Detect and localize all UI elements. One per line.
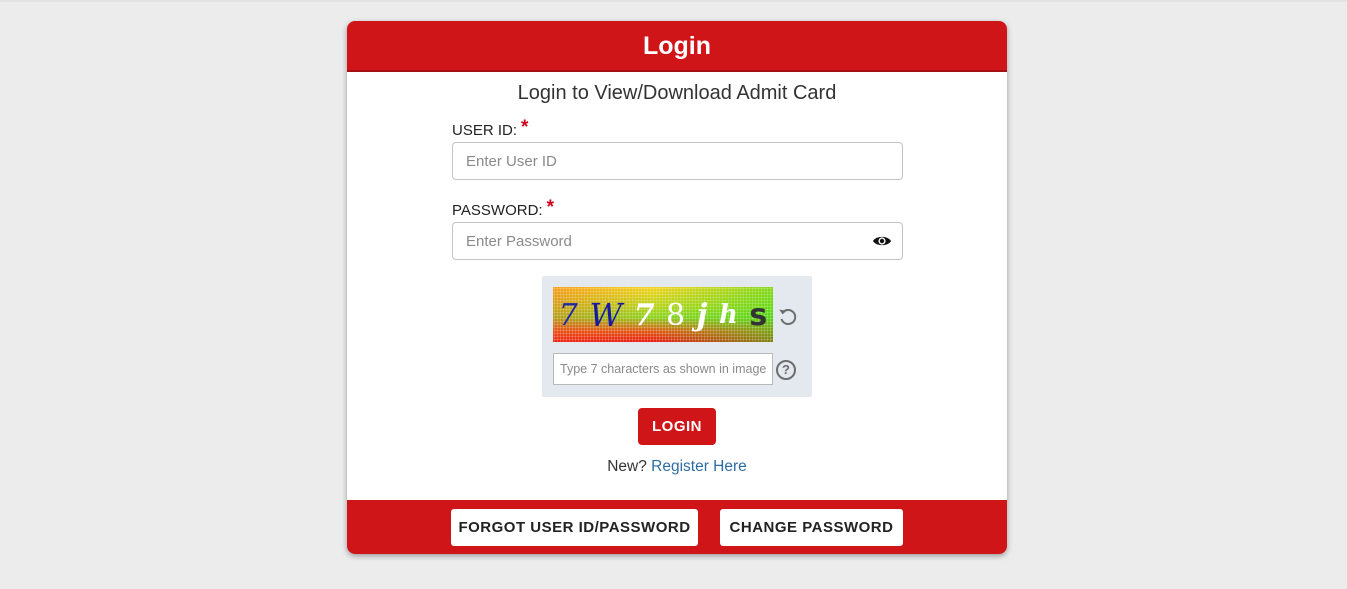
forgot-credentials-button[interactable]: FORGOT USER ID/PASSWORD	[451, 509, 698, 546]
required-asterisk: *	[521, 117, 529, 138]
login-button[interactable]: LOGIN	[638, 408, 716, 445]
captcha-char: j	[696, 297, 708, 333]
change-password-button[interactable]: CHANGE PASSWORD	[720, 509, 903, 546]
login-card: Login Login to View/Download Admit Card …	[347, 21, 1007, 554]
user-id-label-text: USER ID:	[452, 122, 518, 139]
captcha-char: 7	[633, 297, 655, 333]
captcha-char: 8	[666, 297, 686, 333]
eye-icon[interactable]	[872, 234, 892, 248]
captcha-char: W	[589, 296, 623, 334]
captcha-char: 7	[558, 297, 578, 333]
user-id-label: USER ID: *	[452, 117, 528, 139]
page-top-border	[0, 0, 1347, 2]
register-link[interactable]: Register Here	[651, 458, 747, 475]
register-prompt: New?	[607, 458, 647, 475]
captcha-characters: 7 W 7 8 j h s	[553, 295, 773, 335]
login-subtitle: Login to View/Download Admit Card	[517, 82, 837, 104]
password-label: PASSWORD: *	[452, 197, 554, 219]
captcha-input[interactable]	[553, 353, 773, 385]
user-id-input[interactable]	[452, 142, 903, 180]
captcha-image: 7 W 7 8 j h s	[553, 287, 773, 342]
captcha-char: h	[718, 300, 738, 330]
required-asterisk: *	[546, 197, 554, 218]
login-title: Login	[642, 32, 712, 60]
login-card-footer: FORGOT USER ID/PASSWORD CHANGE PASSWORD	[347, 500, 1007, 554]
captcha-panel: 7 W 7 8 j h s ?	[542, 276, 812, 397]
password-input[interactable]	[452, 222, 903, 260]
register-row: New? Register Here	[347, 458, 1007, 476]
help-icon[interactable]: ?	[776, 360, 796, 380]
captcha-char: s	[749, 297, 768, 333]
password-label-text: PASSWORD:	[452, 202, 543, 219]
login-card-header: Login	[347, 21, 1007, 72]
refresh-icon[interactable]	[777, 305, 799, 327]
